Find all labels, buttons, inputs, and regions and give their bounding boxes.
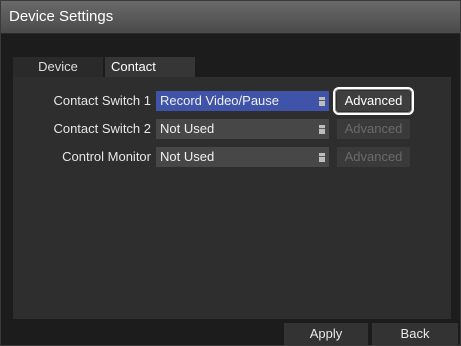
control-monitor-advanced-button[interactable]: Advanced (337, 147, 410, 167)
contact-switch-2-advanced-button[interactable]: Advanced (337, 119, 410, 139)
control-monitor-select[interactable]: Not Used (156, 147, 329, 167)
contact-switch-2-select[interactable]: Not Used (156, 119, 329, 139)
contact-switch-1-row: Contact Switch 1 Record Video/Pause Adva… (13, 87, 451, 115)
device-settings-window: Device Settings Device Contact Switch Co… (0, 0, 461, 346)
contact-switch-1-label: Contact Switch 1 (53, 93, 151, 108)
window-title: Device Settings (9, 8, 114, 25)
tab-bar: Device Contact Switch (13, 57, 195, 94)
tab-device[interactable]: Device (13, 57, 103, 77)
contact-switch-1-value: Record Video/Pause (160, 93, 280, 108)
contact-switch-1-advanced-button[interactable]: Advanced (337, 91, 410, 111)
apply-button[interactable]: Apply (284, 323, 368, 345)
control-monitor-row: Control Monitor Not Used Advanced (13, 147, 451, 167)
dropdown-list-icon (319, 153, 325, 162)
back-button[interactable]: Back (372, 323, 458, 345)
control-monitor-label: Control Monitor (62, 149, 151, 164)
contact-switch-2-label: Contact Switch 2 (53, 121, 151, 136)
contact-switch-panel: Contact Switch 1 Record Video/Pause Adva… (13, 77, 451, 319)
title-bar: Device Settings (1, 1, 460, 34)
contact-switch-1-select[interactable]: Record Video/Pause (156, 91, 329, 111)
control-monitor-value: Not Used (160, 149, 215, 164)
contact-switch-2-value: Not Used (160, 121, 215, 136)
dropdown-list-icon (319, 97, 325, 106)
tab-contact-switch[interactable]: Contact Switch (105, 57, 195, 94)
dropdown-list-icon (319, 125, 325, 134)
contact-switch-2-row: Contact Switch 2 Not Used Advanced (13, 119, 451, 139)
